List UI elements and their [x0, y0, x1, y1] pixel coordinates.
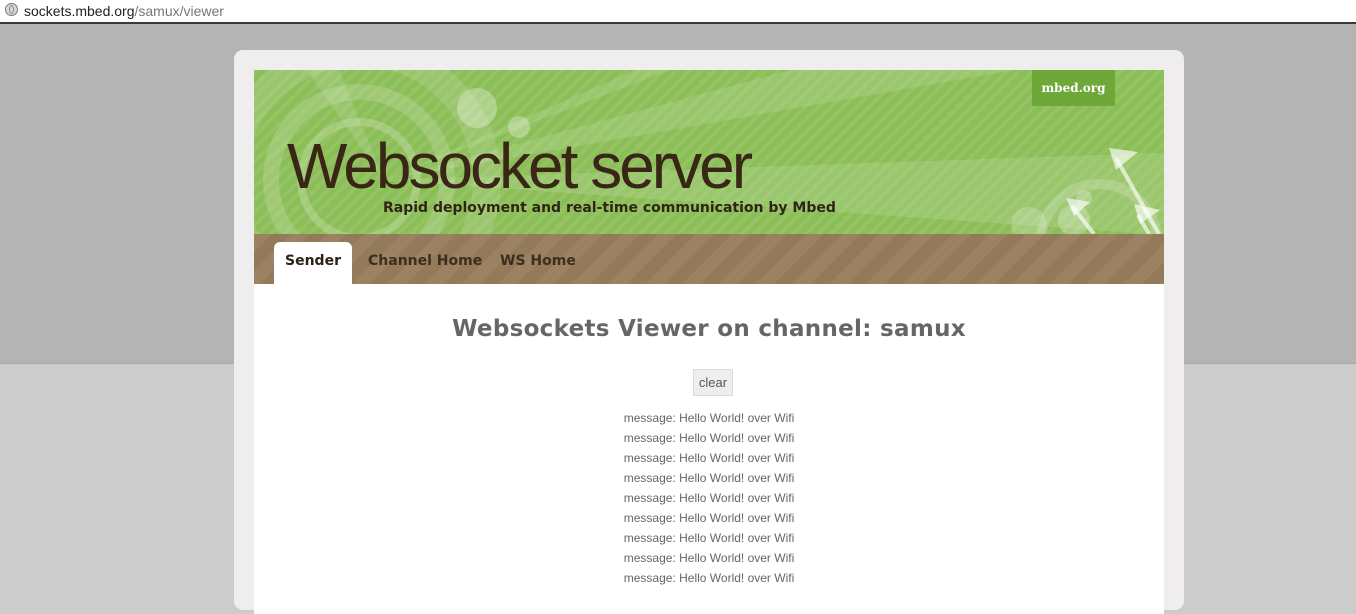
site-title: Websocket server: [287, 130, 753, 202]
clear-button[interactable]: clear: [693, 369, 733, 396]
globe-icon: [5, 3, 18, 16]
address-bar[interactable]: sockets.mbed.org/samux/viewer: [0, 0, 1356, 24]
site-tagline: Rapid deployment and real-time communica…: [383, 200, 836, 216]
message-item: message: Hello World! over Wifi: [623, 411, 795, 425]
tab-channel-home[interactable]: Channel Home: [368, 242, 482, 284]
message-item: message: Hello World! over Wifi: [623, 511, 795, 525]
mbed-org-link[interactable]: mbed.org: [1032, 70, 1115, 106]
page-title: Websockets Viewer on channel: samux: [452, 316, 966, 342]
tab-ws-home[interactable]: WS Home: [500, 242, 576, 284]
message-item: message: Hello World! over Wifi: [623, 571, 795, 585]
site-header: mbed.org Websocket server Rapid deployme…: [254, 70, 1164, 234]
url-host: sockets.mbed.org: [24, 3, 135, 19]
message-item: message: Hello World! over Wifi: [623, 431, 795, 445]
nav-bar: Sender Channel Home WS Home: [254, 234, 1164, 284]
message-item: message: Hello World! over Wifi: [623, 451, 795, 465]
message-item: message: Hello World! over Wifi: [623, 551, 795, 565]
main-content: Websockets Viewer on channel: samux clea…: [254, 284, 1164, 614]
url-path: /samux/viewer: [134, 3, 224, 19]
message-item: message: Hello World! over Wifi: [623, 531, 795, 545]
message-item: message: Hello World! over Wifi: [623, 491, 795, 505]
url-text[interactable]: sockets.mbed.org/samux/viewer: [24, 2, 224, 20]
page-frame: mbed.org Websocket server Rapid deployme…: [234, 50, 1184, 614]
message-list: message: Hello World! over Wifi message:…: [254, 408, 1164, 588]
message-item: message: Hello World! over Wifi: [623, 471, 795, 485]
tab-sender[interactable]: Sender: [274, 242, 352, 284]
